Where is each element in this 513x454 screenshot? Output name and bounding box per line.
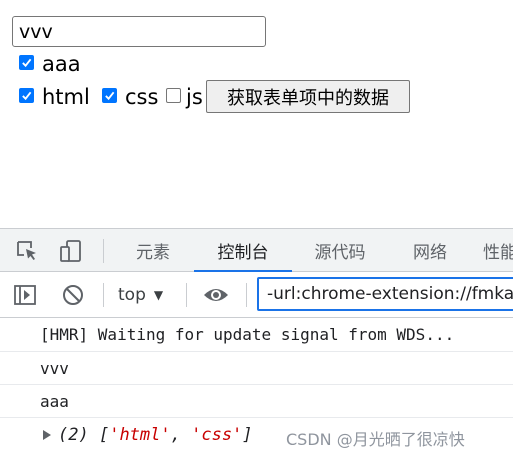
checkbox-css[interactable] xyxy=(102,88,117,103)
console-toolbar: top ▼ -url:chrome-extension://fmkadmapgo… xyxy=(0,272,513,318)
get-form-data-button[interactable]: 获取表单项中的数据 xyxy=(206,80,410,113)
check-icon xyxy=(105,91,115,101)
check-icon xyxy=(22,58,32,68)
console-array-message[interactable]: (2) ['html', 'css'] CSDN @月光晒了很凉快 xyxy=(0,418,513,454)
tab-console-label: 控制台 xyxy=(217,242,269,263)
checkbox-css-label: css xyxy=(125,85,159,109)
live-expression-icon[interactable] xyxy=(202,282,230,308)
tab-sources[interactable]: 源代码 xyxy=(297,229,383,271)
tab-network-label: 网络 xyxy=(413,242,447,263)
tab-performance-label: 性能 xyxy=(483,242,513,263)
toolbar-divider-1 xyxy=(103,283,104,307)
tab-sources-label: 源代码 xyxy=(314,242,366,263)
check-icon xyxy=(22,91,32,101)
tab-elements[interactable]: 元素 xyxy=(118,229,188,271)
console-message: aaa xyxy=(0,385,513,418)
sidebar-toggle-icon[interactable] xyxy=(12,282,38,308)
tab-performance[interactable]: 性能 xyxy=(483,229,513,271)
checkbox-html[interactable] xyxy=(19,88,34,103)
dropdown-caret-icon: ▼ xyxy=(153,287,164,302)
devtools-panel: 元素 控制台 源代码 网络 性能 top ▼ -url:chrome-exten… xyxy=(0,228,513,454)
context-label: top xyxy=(118,284,146,305)
watermark: CSDN @月光晒了很凉快 xyxy=(286,430,465,449)
clear-console-icon[interactable] xyxy=(60,282,86,308)
console-message-text: vvv xyxy=(40,359,69,378)
checkbox-js-label: js xyxy=(186,85,203,109)
checkbox-aaa-label: aaa xyxy=(42,52,81,76)
inspect-element-icon[interactable] xyxy=(14,238,40,264)
tab-console[interactable]: 控制台 xyxy=(194,229,292,272)
expand-triangle-icon[interactable] xyxy=(43,430,51,440)
text-input[interactable] xyxy=(12,16,266,47)
tabbar-divider xyxy=(103,239,104,263)
console-message-text: [HMR] Waiting for update signal from WDS… xyxy=(40,325,455,344)
array-item: 'css' xyxy=(191,425,243,445)
array-count: (2) xyxy=(58,425,89,445)
console-message-text: aaa xyxy=(40,392,69,411)
page-content: aaa html css js 获取表单项中的数据 xyxy=(0,0,513,228)
tab-network[interactable]: 网络 xyxy=(393,229,467,271)
devtools-tabbar: 元素 控制台 源代码 网络 性能 xyxy=(0,228,513,272)
toolbar-divider-2 xyxy=(186,283,187,307)
toolbar-divider-3 xyxy=(246,283,247,307)
console-filter-input[interactable]: -url:chrome-extension://fmkadmapgofadopl… xyxy=(257,277,513,311)
checkbox-js[interactable] xyxy=(166,88,181,103)
array-preview: (2) ['html', 'css'] xyxy=(58,425,253,445)
console-message: vvv xyxy=(0,352,513,385)
tab-elements-label: 元素 xyxy=(136,242,170,263)
context-selector[interactable]: top ▼ xyxy=(118,272,163,317)
checkbox-aaa[interactable] xyxy=(19,55,34,70)
array-item: 'html' xyxy=(109,425,171,445)
checkbox-html-label: html xyxy=(42,85,90,109)
console-message: [HMR] Waiting for update signal from WDS… xyxy=(0,318,513,352)
device-toolbar-icon[interactable] xyxy=(57,238,85,264)
